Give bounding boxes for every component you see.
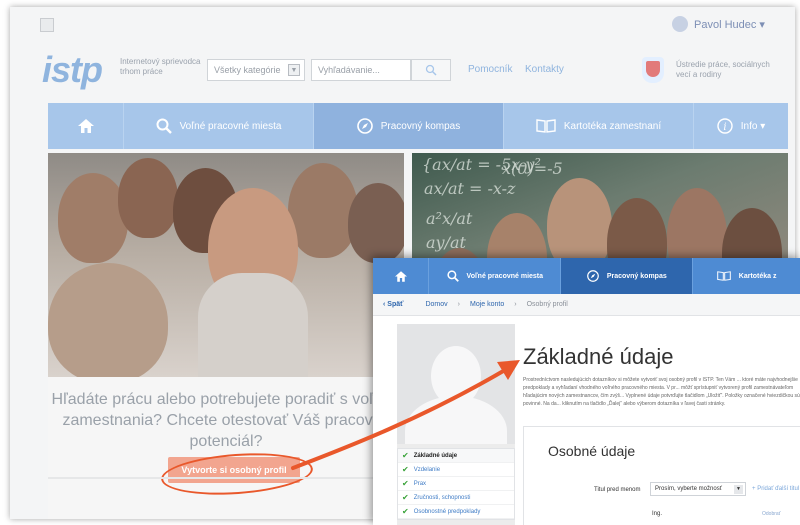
add-title-label: Pridať ďalší titul: [757, 486, 800, 492]
questionnaire-menu: ✔ Základné údaje ✔ Vzdelanie ✔ Prax ✔ Zr…: [397, 448, 515, 520]
category-select[interactable]: Všetky kategórie ▼: [207, 59, 305, 81]
profile-photo-placeholder[interactable]: [397, 324, 515, 444]
compass-icon: [356, 118, 373, 134]
nav-label: Info ▾: [740, 120, 766, 132]
book-icon: [536, 119, 556, 133]
apps-grid-icon[interactable]: [40, 18, 54, 32]
preview-nav-free-positions[interactable]: Voľné pracovné miesta: [429, 258, 562, 294]
search-icon: [446, 270, 459, 282]
info-icon: i: [717, 118, 733, 134]
menu-item-label: Základné údaje: [413, 452, 458, 459]
search-button[interactable]: [411, 59, 451, 81]
nav-label: Pracovný kompas: [380, 120, 461, 132]
compass-icon: [586, 270, 599, 282]
nav-label: Kartotéka z: [738, 272, 777, 280]
check-icon: ✔: [402, 507, 409, 516]
book-icon: [716, 271, 731, 281]
breadcrumb-home[interactable]: Domov: [425, 301, 447, 308]
divider: [48, 477, 388, 479]
chevron-down-icon: ▼: [288, 64, 300, 76]
top-bar: Pavol Hudec ▾: [10, 7, 795, 43]
contacts-link[interactable]: Kontakty: [525, 64, 564, 75]
personal-info-section: Osobné údaje Titul pred menom Prosím, vy…: [523, 426, 800, 525]
menu-item-personality[interactable]: ✔ Osobnostné predpoklady: [398, 505, 514, 519]
nav-label: Kartotéka zamestnaní: [563, 120, 662, 132]
menu-item-education[interactable]: ✔ Vzdelanie: [398, 463, 514, 477]
category-select-value: Všetky kategórie: [214, 65, 281, 75]
check-icon: ✔: [402, 479, 409, 488]
nav-info[interactable]: i Info ▾: [694, 103, 788, 149]
nav-home[interactable]: [48, 103, 124, 149]
user-avatar-icon: [672, 16, 688, 32]
nav-career-compass[interactable]: Pracovný kompas: [314, 103, 504, 149]
check-icon: ✔: [402, 493, 409, 502]
breadcrumb-separator: ›: [514, 301, 517, 308]
user-name: Pavol Hudec ▾: [694, 18, 765, 31]
main-navigation: Voľné pracovné miesta Pracovný kompas Ka…: [48, 103, 788, 149]
preview-navigation: Voľné pracovné miesta Pracovný kompas Ka…: [373, 258, 800, 294]
back-link[interactable]: ‹ Späť: [383, 301, 403, 308]
profile-sidebar: ✔ Základné údaje ✔ Vzdelanie ✔ Prax ✔ Zr…: [397, 324, 515, 525]
check-icon: ✔: [402, 451, 409, 460]
remove-title-link[interactable]: Odobrať: [762, 511, 781, 517]
menu-item-basic-info[interactable]: ✔ Základné údaje: [398, 449, 514, 463]
breadcrumb-account[interactable]: Moje konto: [470, 301, 504, 308]
select-value: Prosím, vyberte možnosť: [655, 486, 722, 492]
hero-text-panel: Hľadáte prácu alebo potrebujete poradiť …: [48, 377, 404, 519]
help-link[interactable]: Pomocník: [468, 64, 512, 75]
chevron-down-icon: ▼: [734, 485, 743, 494]
istp-logo[interactable]: istp: [42, 49, 103, 91]
hero-photo-crowd: [48, 153, 404, 377]
page-title: Základné údaje: [523, 344, 674, 369]
nav-label: Pracovný kompas: [606, 272, 667, 280]
hero-text: Hľadáte prácu alebo potrebujete poradiť …: [51, 391, 401, 450]
nav-occupations[interactable]: Kartotéka zamestnaní: [504, 103, 694, 149]
ministry-name: Ústredie práce, sociálnych vecí a rodiny: [676, 60, 770, 79]
profile-page-preview: Voľné pracovné miesta Pracovný kompas Ka…: [373, 258, 800, 525]
nav-free-positions[interactable]: Voľné pracovné miesta: [124, 103, 314, 149]
title-value: Ing.: [652, 511, 663, 517]
title-before-name-select[interactable]: Prosím, vyberte možnosť ▼: [650, 482, 746, 496]
logo-tagline: Internetový sprievodca trhom práce: [120, 57, 201, 76]
nav-label: Voľné pracovné miesta: [466, 272, 544, 280]
menu-item-label: Zručnosti, schopnosti: [413, 494, 471, 501]
slovak-coat-of-arms-icon: [642, 57, 664, 83]
preview-nav-home[interactable]: [373, 258, 430, 294]
menu-item-experience[interactable]: ✔ Prax: [398, 477, 514, 491]
preview-nav-career-compass[interactable]: Pracovný kompas: [561, 258, 694, 294]
home-icon: [77, 119, 94, 133]
breadcrumb-separator: ›: [457, 301, 460, 308]
search-icon: [156, 118, 172, 134]
menu-item-label: Osobnostné predpoklady: [413, 508, 481, 515]
menu-item-label: Vzdelanie: [413, 466, 441, 473]
preview-nav-occupations[interactable]: Kartotéka z: [693, 258, 800, 294]
svg-text:i: i: [723, 122, 726, 133]
breadcrumb-current: Osobný profil: [526, 301, 568, 308]
home-icon: [394, 270, 407, 282]
check-icon: ✔: [402, 465, 409, 474]
menu-item-label: Prax: [413, 480, 427, 487]
nav-label: Voľné pracovné miesta: [179, 120, 282, 132]
menu-item-skills[interactable]: ✔ Zručnosti, schopnosti: [398, 491, 514, 505]
page-description: Prostredníctvom nasledujúcich dotazníkov…: [523, 377, 800, 407]
title-before-name-label: Titul pred menom: [594, 487, 641, 493]
search-icon: [425, 64, 437, 76]
plus-icon: +: [752, 486, 756, 492]
breadcrumb: ‹ Späť Domov › Moje konto › Osobný profi…: [373, 294, 800, 316]
user-menu[interactable]: Pavol Hudec ▾: [672, 16, 765, 32]
add-title-link[interactable]: + Pridať ďalší titul: [752, 486, 799, 492]
section-title: Osobné údaje: [548, 443, 636, 459]
search-input[interactable]: Vyhľadávanie...: [311, 59, 411, 81]
